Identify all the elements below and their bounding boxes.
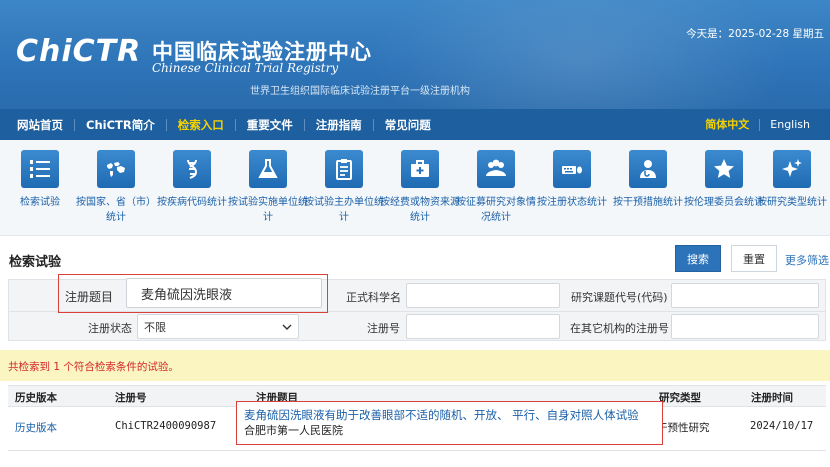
reg-title-label: 注册题目 bbox=[65, 290, 114, 304]
study-type-cell: 干预性研究 bbox=[657, 422, 710, 434]
stats-icon-bar: 检索试验 按国家、省（市）统计 按疾病代码统计 按试验实施单位统计 按试验主办单… bbox=[0, 140, 830, 236]
stats-by-intervention[interactable]: 按干预措施统计 bbox=[608, 150, 688, 210]
reg-status-value: 不限 bbox=[144, 320, 166, 334]
nav-documents[interactable]: 重要文件 bbox=[236, 118, 305, 131]
lang-chinese[interactable]: 简体中文 bbox=[695, 118, 761, 131]
result-summary: 共检索到 1 个符合检索条件的试验。 bbox=[8, 361, 179, 373]
nav-about[interactable]: ChiCTR简介 bbox=[75, 118, 167, 131]
nav-guide[interactable]: 注册指南 bbox=[305, 118, 374, 131]
lang-english[interactable]: English bbox=[760, 118, 820, 131]
more-filters-link[interactable]: 更多筛选 bbox=[785, 252, 829, 268]
reg-no-label: 注册号 bbox=[367, 322, 400, 335]
nav-search-entry[interactable]: 检索入口 bbox=[167, 118, 236, 131]
icon-label: 按注册状态统计 bbox=[537, 197, 607, 208]
nav-faq[interactable]: 常见问题 bbox=[374, 119, 442, 131]
icon-label: 按征募研究对象情况统计 bbox=[456, 197, 536, 223]
reg-title-input[interactable]: 麦角硫因洗眼液 bbox=[126, 278, 322, 308]
star-icon bbox=[705, 150, 743, 188]
reg-status-select[interactable]: 不限 bbox=[137, 314, 299, 339]
icon-label: 按干预措施统计 bbox=[613, 197, 683, 208]
history-version-link[interactable]: 历史版本 bbox=[15, 420, 57, 435]
world-map-icon bbox=[97, 150, 135, 188]
site-name-en: Chinese Clinical Trial Registry bbox=[152, 61, 339, 75]
search-button[interactable]: 搜索 bbox=[675, 245, 721, 272]
stats-by-sponsor[interactable]: 按试验主办单位统计 bbox=[304, 150, 384, 225]
nav-links: 网站首页 ChiCTR简介 检索入口 重要文件 注册指南 常见问题 bbox=[14, 109, 442, 140]
today-date: 今天是：2025-02-28 星期五 bbox=[686, 28, 824, 40]
trial-title-link[interactable]: 麦角硫因洗眼液有助于改善眼部不适的随机、开放、 平行、自身对照人体试验 bbox=[244, 407, 662, 423]
reg-status-label: 注册状态 bbox=[88, 322, 132, 335]
site-header: ChiCTR 中国临床试验注册中心 Chinese Clinical Trial… bbox=[0, 0, 830, 109]
icon-label: 按经费或物资来源统计 bbox=[380, 197, 460, 223]
dna-icon bbox=[173, 150, 211, 188]
site-subtitle: 世界卫生组织国际临床试验注册平台一级注册机构 bbox=[250, 86, 470, 97]
other-reg-label: 在其它机构的注册号 bbox=[570, 322, 669, 335]
sparkle-icon bbox=[773, 150, 811, 188]
icon-label: 检索试验 bbox=[20, 197, 60, 208]
icon-label: 按试验实施单位统计 bbox=[228, 197, 308, 223]
people-group-icon bbox=[477, 150, 515, 188]
reg-no-cell: ChiCTR2400090987 bbox=[115, 420, 217, 432]
icon-label: 按疾病代码统计 bbox=[157, 197, 227, 208]
stats-by-recruitment[interactable]: 按征募研究对象情况统计 bbox=[456, 150, 536, 225]
col-reg-no: 注册号 bbox=[115, 392, 147, 404]
language-switch: 简体中文 English bbox=[695, 109, 820, 140]
reset-button[interactable]: 重置 bbox=[731, 245, 777, 272]
stats-by-site[interactable]: 按试验实施单位统计 bbox=[228, 150, 308, 225]
chevron-down-icon bbox=[282, 324, 292, 330]
trial-title-cell: 麦角硫因洗眼液有助于改善眼部不适的随机、开放、 平行、自身对照人体试验 合肥市第… bbox=[236, 401, 663, 445]
reg-no-input[interactable] bbox=[406, 314, 560, 339]
clipboard-icon bbox=[325, 150, 363, 188]
medical-kit-icon bbox=[401, 150, 439, 188]
result-summary-bar: 共检索到 1 个符合检索条件的试验。 bbox=[0, 350, 830, 381]
col-history: 历史版本 bbox=[15, 392, 57, 404]
trial-institution: 合肥市第一人民医院 bbox=[244, 424, 343, 437]
search-section-title: 检索试验 bbox=[9, 255, 62, 270]
doctor-icon bbox=[629, 150, 667, 188]
stats-by-status[interactable]: 按注册状态统计 bbox=[532, 150, 612, 210]
icon-label: 按试验主办单位统计 bbox=[304, 197, 384, 223]
stats-by-funding[interactable]: 按经费或物资来源统计 bbox=[380, 150, 460, 225]
flask-icon bbox=[249, 150, 287, 188]
form-row-divider bbox=[9, 311, 825, 312]
list-numbered-icon bbox=[21, 150, 59, 188]
reg-date-cell: 2024/10/17 bbox=[750, 420, 814, 432]
stats-by-study-type[interactable]: 按研究类型统计 bbox=[752, 150, 830, 210]
col-study-type: 研究类型 bbox=[659, 392, 701, 404]
icon-label: 按研究类型统计 bbox=[757, 197, 827, 208]
main-nav: 网站首页 ChiCTR简介 检索入口 重要文件 注册指南 常见问题 简体中文 E… bbox=[0, 109, 830, 140]
chictr-logo[interactable]: ChiCTR bbox=[16, 34, 141, 69]
project-code-input[interactable] bbox=[671, 283, 819, 308]
sci-title-input[interactable] bbox=[406, 283, 560, 308]
keyboard-mouse-icon bbox=[553, 150, 591, 188]
other-reg-input[interactable] bbox=[671, 314, 819, 339]
stats-by-region[interactable]: 按国家、省（市）统计 bbox=[76, 150, 156, 225]
nav-home[interactable]: 网站首页 bbox=[14, 118, 75, 131]
stats-by-disease[interactable]: 按疾病代码统计 bbox=[152, 150, 232, 210]
stats-search-trials[interactable]: 检索试验 bbox=[0, 150, 80, 210]
sci-title-label: 正式科学名 bbox=[346, 291, 401, 304]
col-reg-date: 注册时间 bbox=[751, 392, 793, 404]
search-form: 注册题目 麦角硫因洗眼液 正式科学名 研究课题代号(代码) 注册状态 不限 注册… bbox=[8, 278, 826, 341]
icon-label: 按国家、省（市）统计 bbox=[76, 197, 156, 223]
project-code-label: 研究课题代号(代码) bbox=[571, 291, 668, 304]
